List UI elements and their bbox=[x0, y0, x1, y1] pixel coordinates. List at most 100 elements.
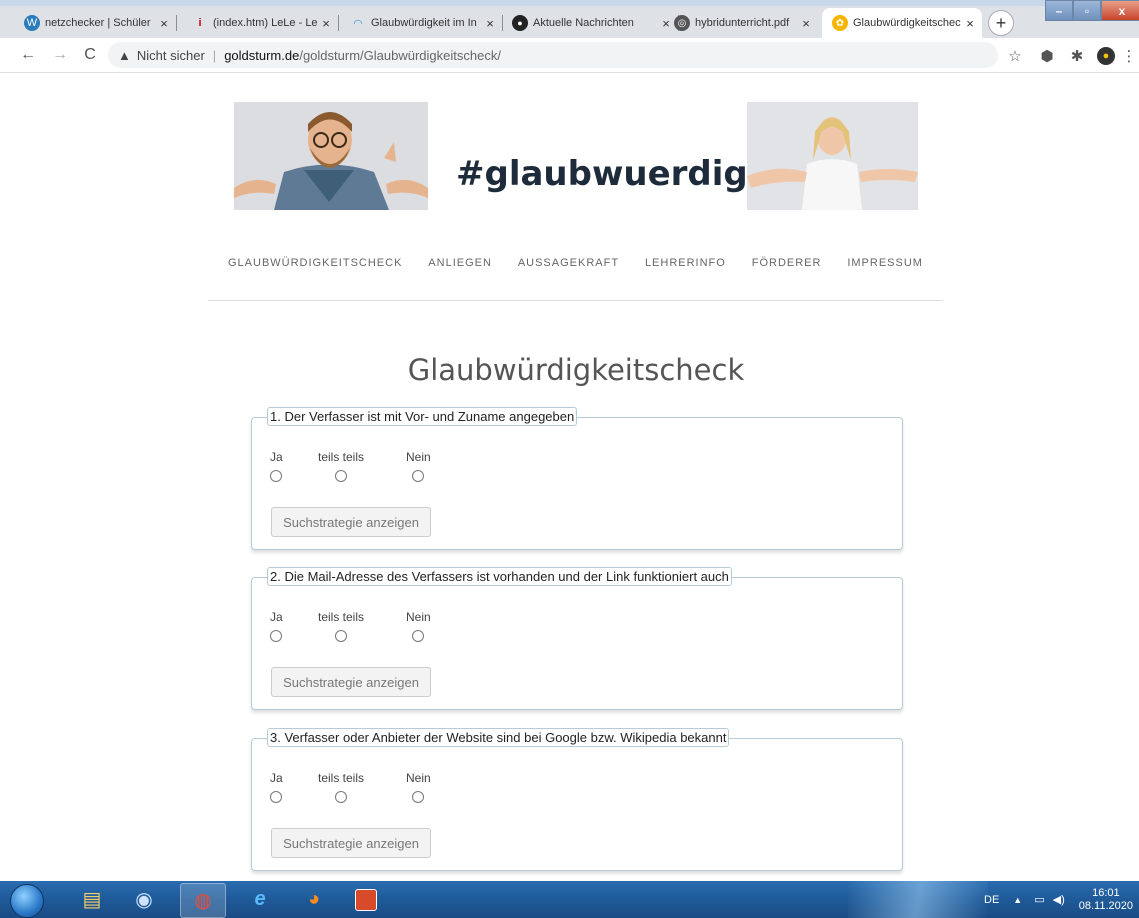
start-button[interactable] bbox=[10, 884, 44, 918]
main-navigation: GLAUBWÜRDIGKEITSCHECK ANLIEGEN AUSSAGEKR… bbox=[208, 257, 943, 279]
close-icon[interactable]: × bbox=[658, 16, 674, 31]
news-icon: ● bbox=[512, 15, 528, 31]
language-indicator[interactable]: DE bbox=[984, 894, 999, 906]
page-title: Glaubwürdigkeitscheck bbox=[407, 353, 745, 387]
tab-title: Glaubwürdigkeit im In bbox=[371, 17, 477, 29]
address-divider: | bbox=[212, 47, 217, 63]
close-icon[interactable]: × bbox=[482, 16, 498, 31]
close-icon[interactable]: × bbox=[798, 16, 814, 31]
option-label: Nein bbox=[406, 450, 431, 464]
show-strategy-button[interactable]: Suchstrategie anzeigen bbox=[271, 667, 431, 697]
tab-separator bbox=[176, 15, 177, 31]
tab-strip-stripe bbox=[0, 0, 1139, 6]
nav-link-anliegen[interactable]: ANLIEGEN bbox=[428, 257, 492, 279]
nav-divider bbox=[208, 300, 943, 301]
forward-arrow-icon[interactable]: → bbox=[50, 45, 70, 65]
reload-icon[interactable]: C bbox=[80, 45, 100, 65]
radio-ja[interactable] bbox=[270, 470, 283, 482]
window-controls: – ▫ x bbox=[1045, 0, 1139, 22]
new-tab-button[interactable]: + bbox=[988, 10, 1014, 36]
close-icon[interactable]: × bbox=[156, 16, 172, 31]
site-icon: ✿ bbox=[832, 15, 848, 31]
option-ja: Ja bbox=[270, 450, 283, 482]
option-label: Nein bbox=[406, 771, 431, 785]
option-nein: Nein bbox=[406, 450, 431, 482]
network-icon[interactable]: ▭ bbox=[1034, 893, 1044, 906]
option-label: teils teils bbox=[318, 610, 365, 624]
option-nein: Nein bbox=[406, 610, 431, 642]
bookmark-star-icon[interactable]: ☆ bbox=[1006, 47, 1024, 65]
minimize-button[interactable]: – bbox=[1045, 0, 1073, 21]
browser-tab[interactable]: ◎ hybridunterricht.pdf × bbox=[674, 8, 818, 38]
question-card: 2. Die Mail-Adresse des Verfassers ist v… bbox=[251, 567, 903, 710]
tab-title: netzchecker | Schüler bbox=[45, 17, 151, 29]
option-ja: Ja bbox=[270, 610, 283, 642]
tab-separator bbox=[338, 15, 339, 31]
option-label: Nein bbox=[406, 610, 431, 624]
address-bar[interactable]: ▲ Nicht sicher | goldsturm.de/goldsturm/… bbox=[108, 42, 998, 68]
browser-tab[interactable]: ◠ Glaubwürdigkeit im In × bbox=[350, 8, 503, 38]
show-strategy-button[interactable]: Suchstrategie anzeigen bbox=[271, 828, 431, 858]
clock-time: 16:01 bbox=[1092, 886, 1120, 899]
tab-title: (index.htm) LeLe - Leh bbox=[213, 17, 318, 29]
tab-title: hybridunterricht.pdf bbox=[695, 17, 790, 29]
maximize-button[interactable]: ▫ bbox=[1073, 0, 1101, 21]
taskbar-highlight bbox=[848, 881, 988, 918]
show-strategy-button[interactable]: Suchstrategie anzeigen bbox=[271, 507, 431, 537]
radio-teils-teils[interactable] bbox=[335, 630, 347, 642]
profile-avatar[interactable]: ● bbox=[1097, 47, 1115, 65]
security-label: Nicht sicher bbox=[136, 47, 205, 63]
info-icon: i bbox=[198, 17, 202, 29]
menu-dots-icon[interactable]: ⋮ bbox=[1122, 47, 1137, 65]
close-window-button[interactable]: x bbox=[1101, 0, 1139, 21]
radio-teils-teils[interactable] bbox=[335, 470, 347, 482]
radio-nein[interactable] bbox=[412, 470, 425, 482]
url-path: /goldsturm/Glaubwürdigkeitscheck/ bbox=[299, 47, 501, 63]
tab-title: Aktuelle Nachrichten bbox=[533, 17, 634, 29]
browser-tab[interactable]: W netzchecker | Schüler × bbox=[24, 8, 177, 38]
browser-toolbar: ← → C ▲ Nicht sicher | goldsturm.de/gold… bbox=[0, 38, 1139, 73]
radio-nein[interactable] bbox=[412, 630, 425, 642]
question-title: 2. Die Mail-Adresse des Verfassers ist v… bbox=[267, 567, 732, 586]
option-label: teils teils bbox=[318, 771, 365, 785]
question-title: 1. Der Verfasser ist mit Vor- und Zuname… bbox=[267, 407, 578, 426]
radio-nein[interactable] bbox=[412, 791, 425, 803]
question-title: 3. Verfasser oder Anbieter der Website s… bbox=[267, 728, 730, 747]
thunderbird-icon[interactable]: ◉ bbox=[122, 883, 166, 916]
extensions-puzzle-icon[interactable]: ✱ bbox=[1068, 47, 1086, 65]
nav-link-lehrerinfo[interactable]: LEHRERINFO bbox=[645, 257, 726, 279]
browser-tab[interactable]: i (index.htm) LeLe - Leh × bbox=[192, 8, 339, 38]
warning-icon: ▲ bbox=[118, 47, 131, 63]
browser-tab-strip: W netzchecker | Schüler × i (index.htm) … bbox=[0, 0, 1139, 38]
radio-teils-teils[interactable] bbox=[335, 791, 347, 803]
globe-icon: ◎ bbox=[674, 15, 690, 31]
tray-expand-icon[interactable]: ▲ bbox=[1013, 895, 1022, 905]
close-icon[interactable]: × bbox=[962, 16, 978, 31]
option-teils-teils: teils teils bbox=[318, 450, 364, 482]
radio-ja[interactable] bbox=[270, 791, 283, 803]
nav-link-aussagekraft[interactable]: AUSSAGEKRAFT bbox=[518, 257, 619, 279]
radio-ja[interactable] bbox=[270, 630, 283, 642]
option-teils-teils: teils teils bbox=[318, 610, 364, 642]
clock[interactable]: 16:01 08.11.2020 bbox=[1079, 887, 1133, 913]
browser-tab[interactable]: ● Aktuelle Nachrichten × bbox=[512, 8, 679, 38]
question-card: 3. Verfasser oder Anbieter der Website s… bbox=[251, 728, 903, 871]
volume-icon[interactable]: ◀) bbox=[1053, 893, 1065, 906]
browser-tab-active[interactable]: ✿ Glaubwürdigkeitschec × bbox=[822, 8, 982, 38]
shield-icon[interactable]: ⬢ bbox=[1038, 47, 1056, 65]
clock-date: 08.11.2020 bbox=[1078, 899, 1133, 912]
question-card: 1. Der Verfasser ist mit Vor- und Zuname… bbox=[251, 407, 903, 550]
firefox-icon[interactable]: ◕ bbox=[292, 883, 336, 916]
chrome-icon[interactable]: ◍ bbox=[180, 883, 226, 918]
back-arrow-icon[interactable]: ← bbox=[18, 45, 38, 65]
banner-photo-woman bbox=[747, 102, 918, 210]
nav-link-foerderer[interactable]: FÖRDERER bbox=[752, 257, 822, 279]
close-icon[interactable]: × bbox=[318, 16, 334, 31]
option-teils-teils: teils teils bbox=[318, 771, 364, 803]
nav-link-glaubwuerdigkeitscheck[interactable]: GLAUBWÜRDIGKEITSCHECK bbox=[228, 257, 402, 279]
windows-taskbar: ▤ ◉ ◍ e ◕ DE ▲ ▭ ◀) 16:01 08.11.2020 bbox=[0, 881, 1139, 918]
internet-explorer-icon[interactable]: e bbox=[238, 883, 282, 916]
nav-link-impressum[interactable]: IMPRESSUM bbox=[847, 257, 923, 279]
app-icon[interactable] bbox=[344, 883, 388, 916]
file-explorer-icon[interactable]: ▤ bbox=[70, 883, 114, 916]
